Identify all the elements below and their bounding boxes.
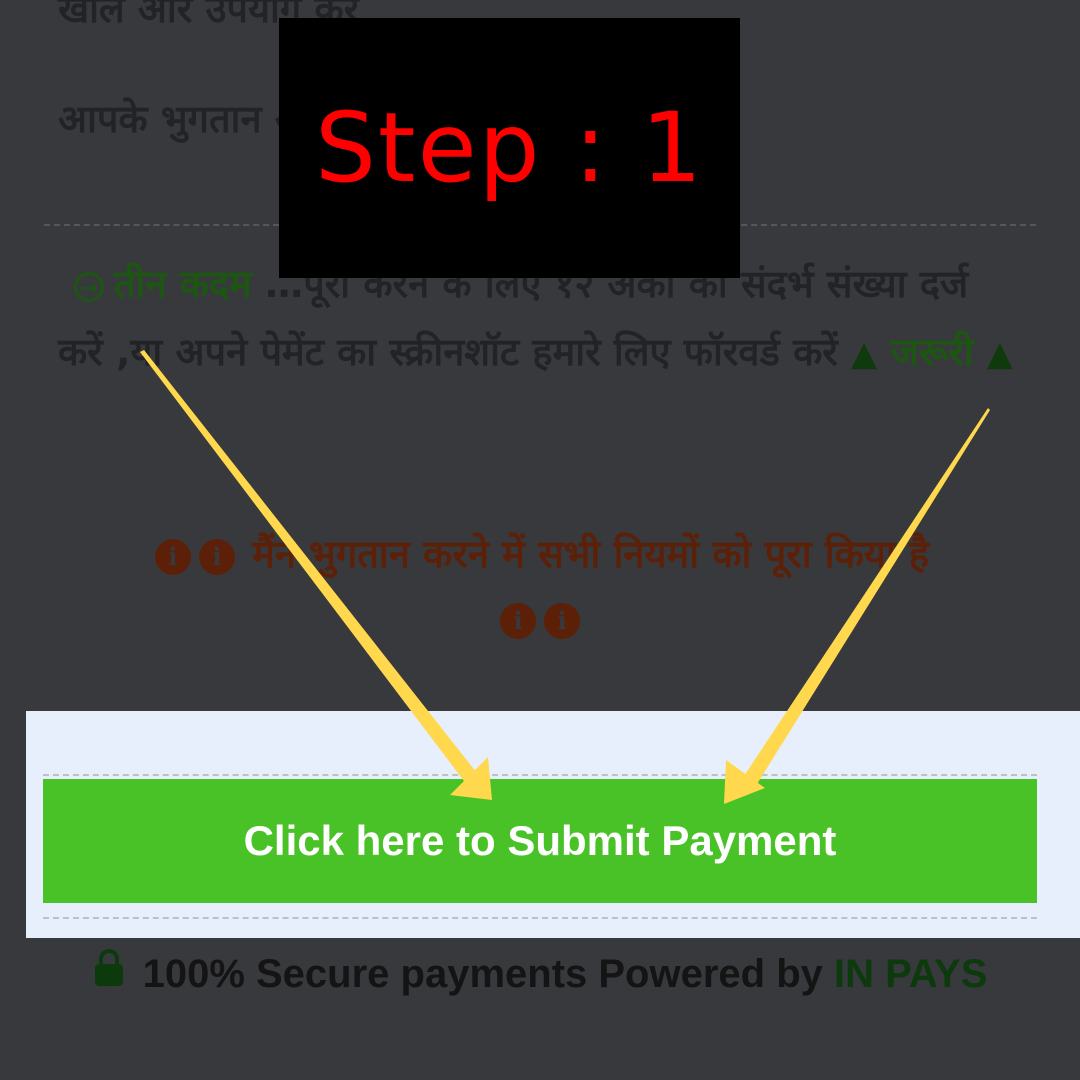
info-circle-icon: i: [544, 602, 580, 639]
confirmation-text: मैंने भुगतान करने में सभी नियमों को पूरा…: [252, 532, 930, 576]
arrow-right-circle-icon: →: [74, 271, 104, 302]
panel-divider-bottom: [43, 917, 1037, 919]
warning-label: जरूरी: [890, 330, 974, 374]
submit-payment-button[interactable]: Click here to Submit Payment: [43, 779, 1037, 903]
info-circle-icon: i: [154, 538, 191, 575]
brand-name: IN PAYS: [834, 952, 988, 996]
step-label: तीन कदम: [114, 262, 252, 306]
secure-text: 100% Secure payments Powered by: [142, 952, 823, 996]
confirmation-statement: ii मैंने भुगतान करने में सभी नियमों को प…: [44, 522, 1036, 650]
secure-payments-footer: 100% Secure payments Powered by IN PAYS: [0, 940, 1080, 1008]
step-overlay-label: Step : 1: [314, 92, 705, 204]
panel-divider-top: [43, 774, 1037, 776]
info-circle-icon: i: [198, 538, 235, 575]
lock-icon: [94, 949, 123, 987]
warning-triangle-icon: ▲: [986, 334, 1013, 374]
info-circle-icon: i: [500, 602, 536, 639]
submit-panel: Click here to Submit Payment: [26, 711, 1080, 938]
warning-triangle-icon: ▲: [851, 334, 878, 374]
step-overlay: Step : 1: [279, 18, 740, 278]
